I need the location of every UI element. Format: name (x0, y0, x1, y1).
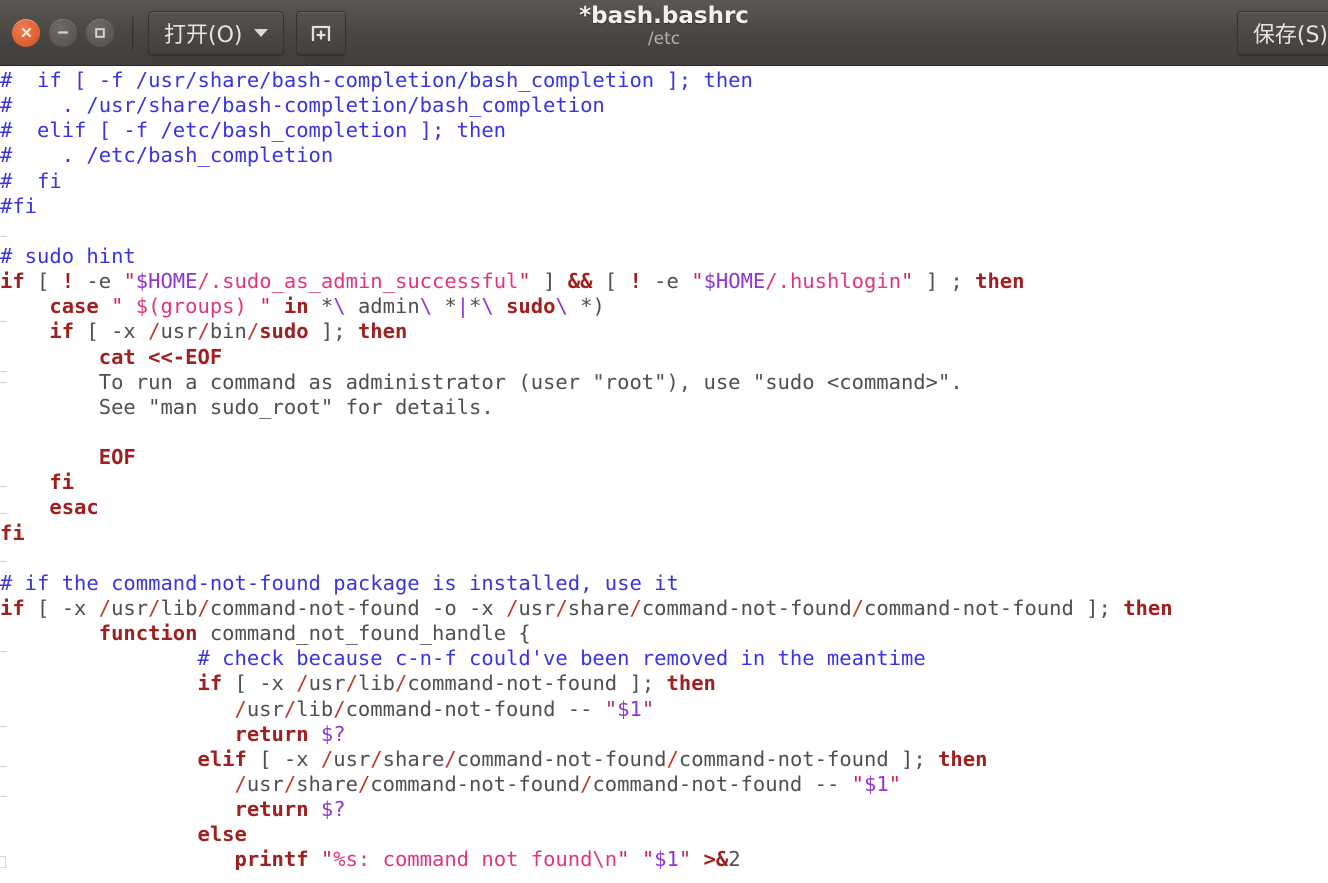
code-line: See "man sudo_root" for details. (0, 394, 494, 419)
edge-artifact (0, 321, 7, 322)
edge-artifact (0, 486, 7, 487)
edge-artifact (0, 766, 7, 767)
code-line: if [ ! -e "$HOME/.sudo_as_admin_successf… (0, 269, 1025, 294)
edge-artifact (0, 371, 7, 372)
open-file-button[interactable]: 打开(O) (148, 10, 285, 55)
code-line: function command_not_found_handle { (98, 621, 531, 646)
code-line: # . /etc/bash_completion (0, 143, 334, 168)
code-line: fi (49, 470, 75, 495)
close-icon (21, 27, 31, 38)
maximize-icon (95, 27, 105, 38)
window-controls (0, 18, 114, 47)
code-line: printf "%s: command not found\n" "$1" >&… (234, 847, 741, 872)
edge-artifact (0, 184, 7, 185)
chevron-down-icon (254, 28, 269, 37)
edge-artifact (0, 856, 6, 868)
edge-artifact (0, 651, 7, 652)
code-line: return $? (234, 797, 346, 822)
code-line: # fi (0, 168, 62, 193)
new-document-button[interactable] (296, 10, 347, 55)
maximize-window-button[interactable] (86, 18, 114, 47)
save-button-label: 保存(S) (1252, 23, 1328, 48)
edge-artifact (0, 561, 7, 562)
code-line: if [ -x /usr/lib/command-not-found -o -x… (0, 595, 1173, 620)
new-document-icon (312, 25, 331, 41)
close-window-button[interactable] (12, 18, 40, 47)
code-line: case " $(groups) " in *\ admin\ *|*\ sud… (49, 294, 605, 319)
code-line: elif [ -x /usr/share/command-not-found/c… (197, 746, 988, 771)
minimize-icon (57, 31, 69, 34)
code-line: EOF (98, 445, 136, 470)
window-titlebar: 打开(O) *bash.bashrc /etc 保存(S) (0, 0, 1328, 66)
save-button-wrap: 保存(S) (1236, 11, 1328, 55)
edge-artifact (0, 382, 7, 383)
code-line: # . /usr/share/bash-completion/bash_comp… (0, 93, 605, 118)
code-line: cat <<-EOF (98, 344, 223, 369)
code-line: # check because c-n-f could've been remo… (197, 646, 926, 671)
minimize-window-button[interactable] (49, 18, 77, 47)
code-line: if [ -x /usr/lib/command-not-found ]; th… (197, 671, 716, 696)
code-line: # if the command-not-found package is in… (0, 570, 679, 595)
edge-artifact (0, 796, 7, 797)
edge-artifact (0, 236, 7, 237)
edge-artifact (0, 513, 7, 514)
code-line: # if [ -f /usr/share/bash-completion/bas… (0, 68, 753, 92)
toolbar-divider (132, 10, 134, 55)
code-line: fi (0, 520, 25, 545)
code-line: else (197, 822, 247, 847)
code-line: return $? (234, 721, 346, 746)
code-line: if [ -x /usr/bin/sudo ]; then (49, 319, 408, 344)
code-line: #fi (0, 193, 38, 218)
save-button[interactable]: 保存(S) (1236, 11, 1328, 55)
code-line: /usr/share/command-not-found/command-not… (234, 771, 902, 796)
code-line: /usr/lib/command-not-found -- "$1" (234, 696, 655, 721)
code-line: # sudo hint (0, 243, 136, 268)
edge-artifact (0, 726, 7, 727)
open-file-label: 打开(O) (164, 22, 243, 48)
code-content[interactable]: # if [ -f /usr/share/bash-completion/bas… (0, 66, 1328, 873)
code-line: esac (49, 495, 99, 520)
code-line: To run a command as administrator (user … (0, 369, 963, 394)
text-editor-area[interactable]: # if [ -f /usr/share/bash-completion/bas… (0, 66, 1328, 883)
code-line: # elif [ -f /etc/bash_completion ]; then (0, 118, 507, 143)
